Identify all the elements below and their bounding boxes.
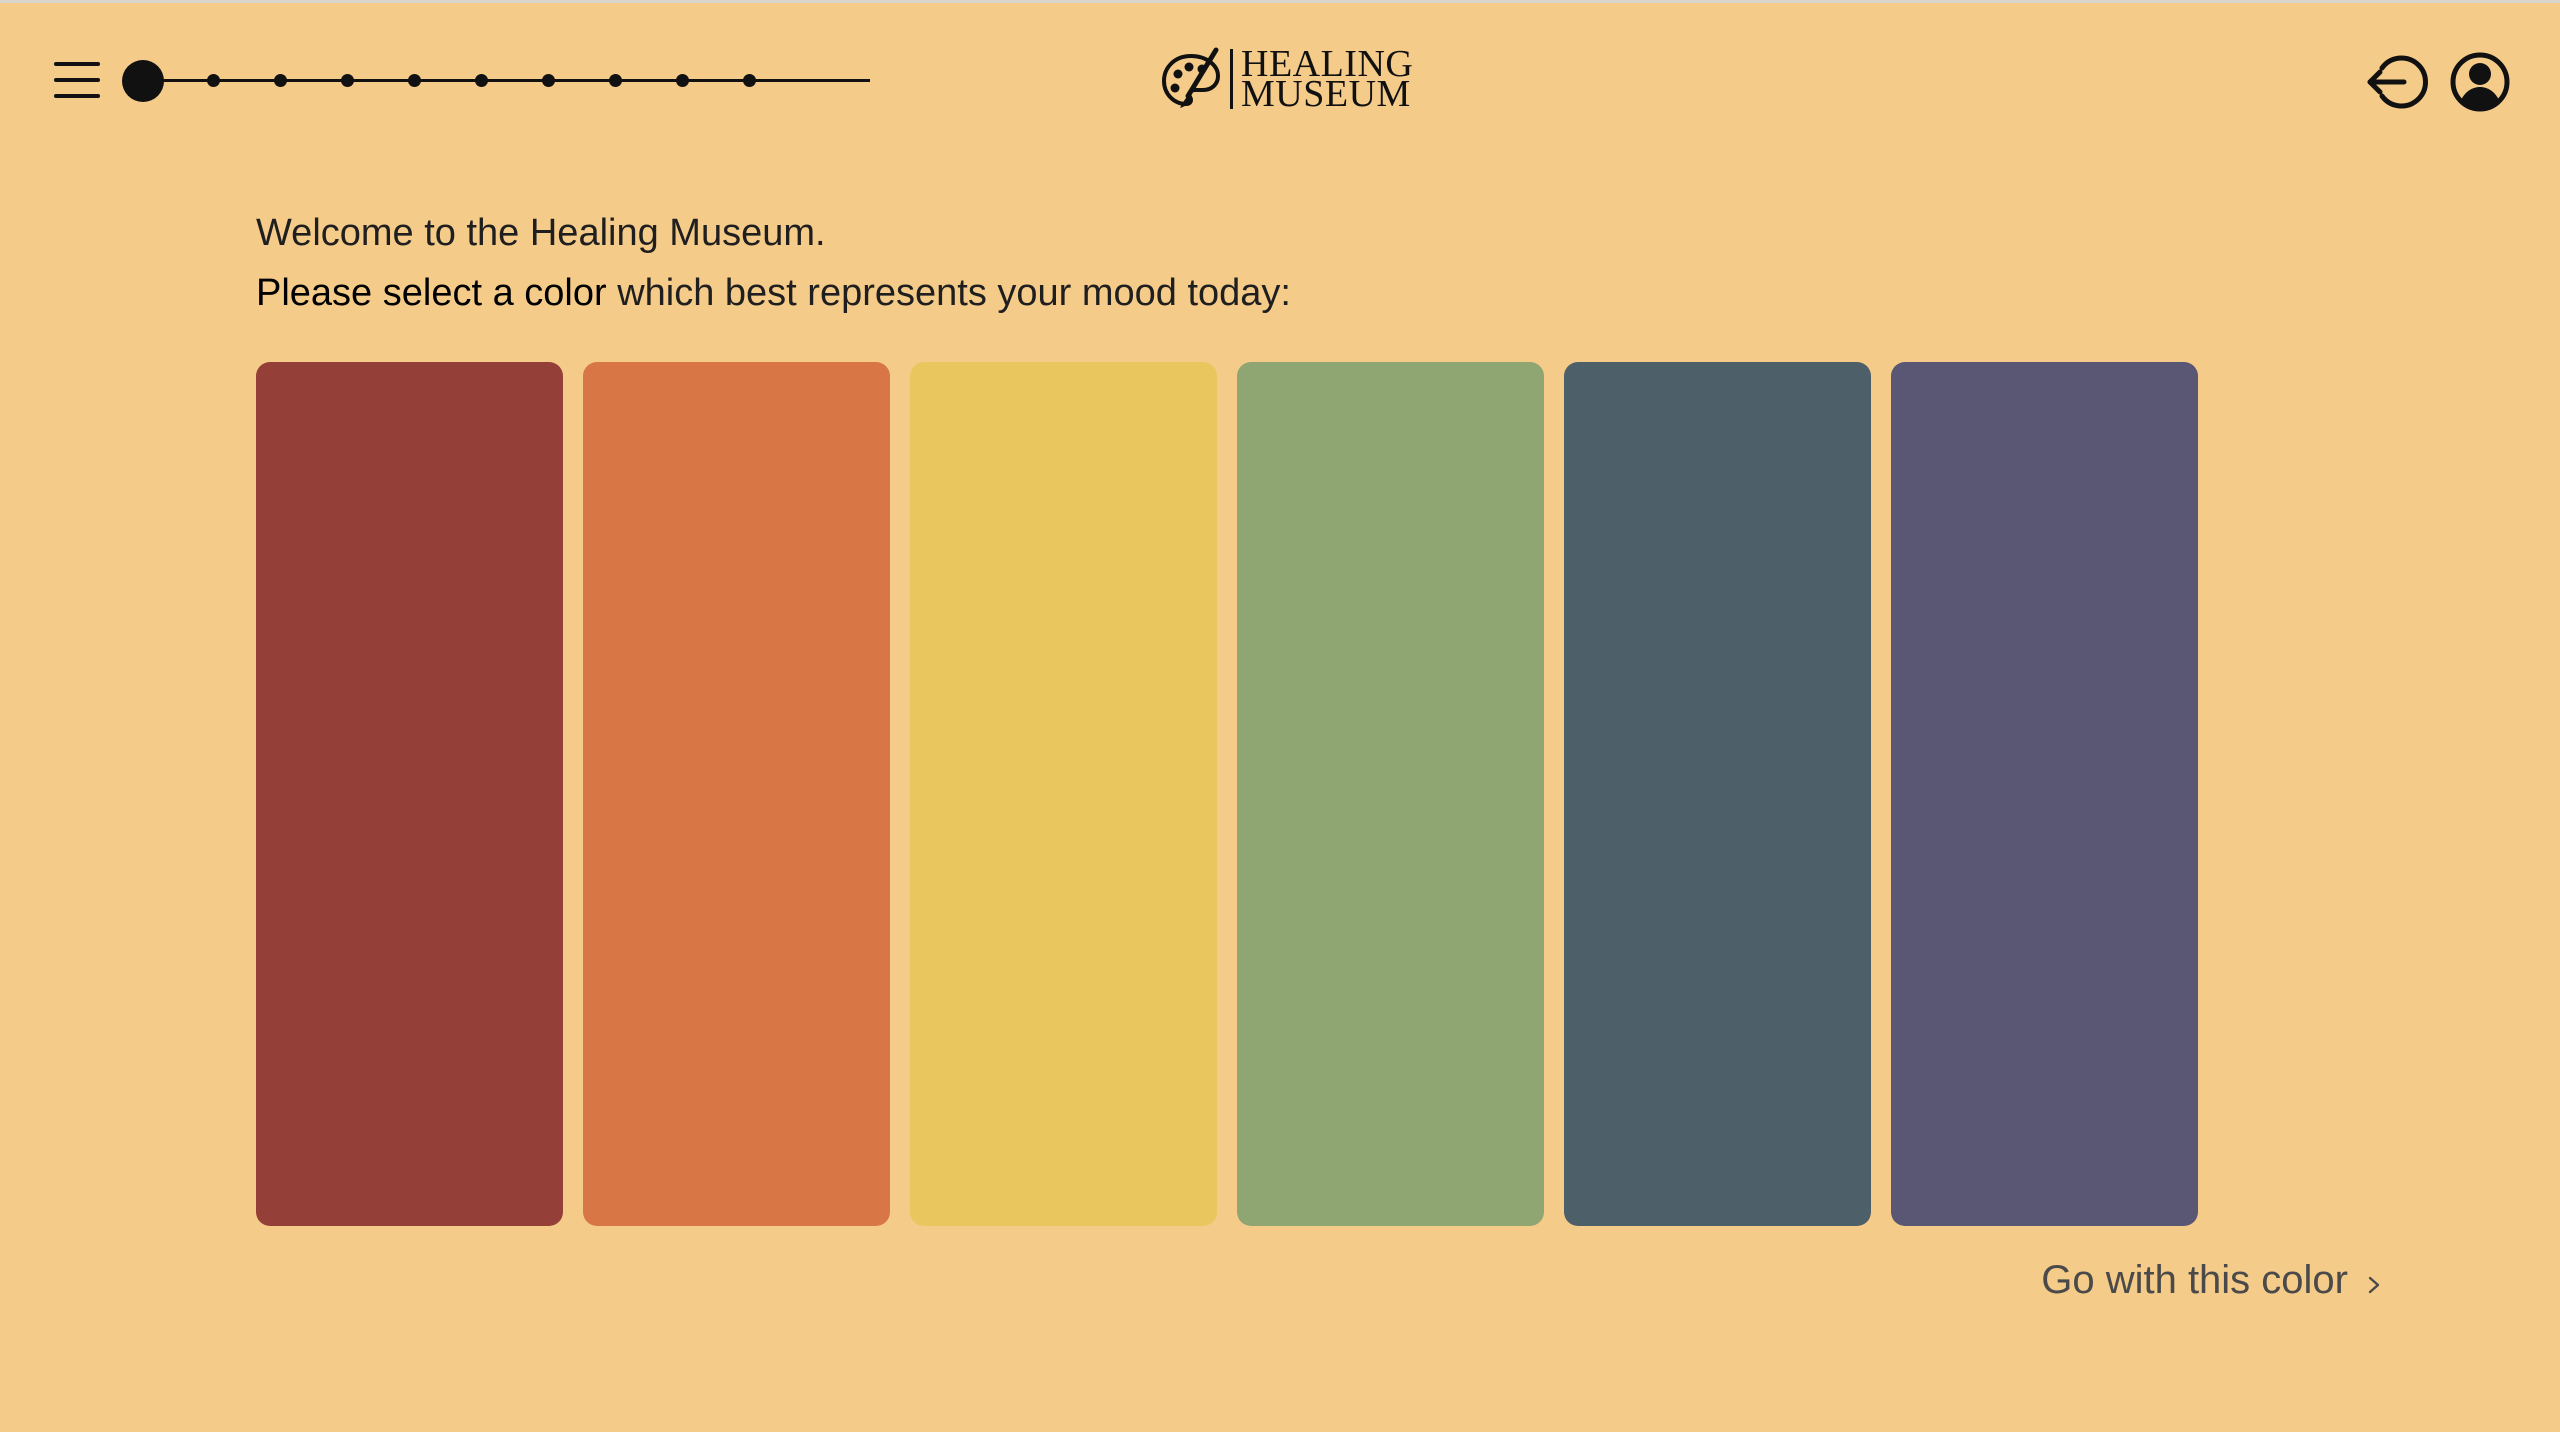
progress-step[interactable] xyxy=(542,74,555,87)
progress-step[interactable] xyxy=(676,74,689,87)
chevron-right-icon xyxy=(2368,1276,2380,1293)
color-swatch[interactable] xyxy=(1891,362,2198,1226)
logo-wordmark: HEALING MUSEUM xyxy=(1230,45,1413,115)
progress-step-current[interactable] xyxy=(122,60,164,102)
user-profile-icon xyxy=(2450,52,2510,112)
menu-button[interactable] xyxy=(52,58,102,102)
prompt-emphasis: Please select a color xyxy=(256,272,607,314)
progress-stepper xyxy=(120,58,870,102)
logout-arrow-icon xyxy=(2367,55,2428,109)
logo-line-2: MUSEUM xyxy=(1241,73,1411,115)
progress-step[interactable] xyxy=(609,74,622,87)
logout-button[interactable] xyxy=(2364,50,2428,114)
progress-step[interactable] xyxy=(408,74,421,87)
progress-step[interactable] xyxy=(207,74,220,87)
healing-museum-logo[interactable]: HEALING MUSEUM xyxy=(1158,45,1413,115)
color-prompt: Please select a color which best represe… xyxy=(256,268,1291,318)
color-swatch[interactable] xyxy=(1237,362,1544,1226)
prompt-rest: which best represents your mood today: xyxy=(606,272,1291,314)
progress-step[interactable] xyxy=(475,74,488,87)
color-swatch[interactable] xyxy=(1564,362,1871,1226)
go-with-color-button[interactable]: Go with this color xyxy=(2041,1258,2384,1303)
progress-track xyxy=(142,79,870,82)
welcome-text: Welcome to the Healing Museum. xyxy=(256,212,826,254)
palette-brush-icon xyxy=(1162,47,1220,108)
color-swatch[interactable] xyxy=(910,362,1217,1226)
color-swatch-list xyxy=(256,362,2200,1226)
go-with-color-label: Go with this color xyxy=(2041,1258,2348,1302)
top-border xyxy=(0,0,2560,3)
progress-step[interactable] xyxy=(274,74,287,87)
progress-step[interactable] xyxy=(341,74,354,87)
color-swatch[interactable] xyxy=(256,362,563,1226)
color-swatch[interactable] xyxy=(583,362,890,1226)
progress-step[interactable] xyxy=(743,74,756,87)
profile-button[interactable] xyxy=(2448,50,2512,114)
